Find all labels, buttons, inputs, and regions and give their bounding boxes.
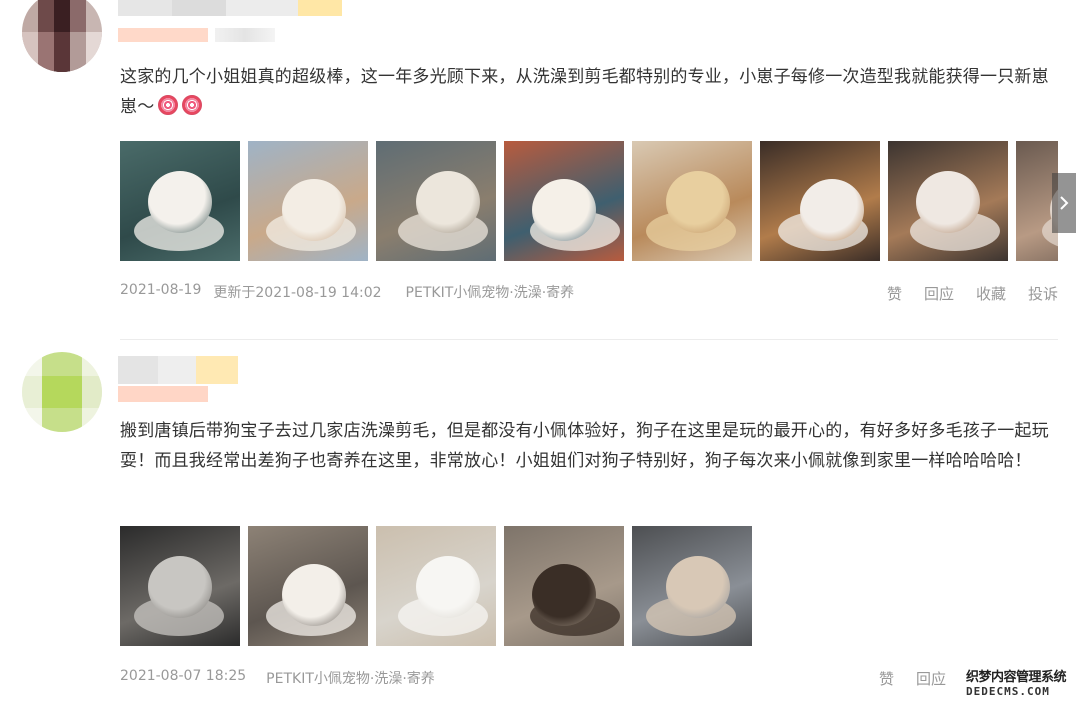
favorite-button[interactable]: 收藏: [976, 283, 1006, 304]
reply-button[interactable]: 回应: [924, 283, 954, 304]
watermark-line-1: 织梦内容管理系统: [966, 670, 1067, 685]
username-blurred[interactable]: [118, 0, 298, 16]
review-date: 2021-08-19: [120, 282, 202, 298]
photo-thumbnail[interactable]: [120, 526, 240, 646]
photo-thumbnail[interactable]: [376, 141, 496, 261]
site-watermark: 织梦内容管理系统 DEDECMS.COM: [966, 666, 1067, 698]
photo-thumbnail[interactable]: [504, 141, 624, 261]
user-level-badge-blurred: [196, 356, 238, 384]
lollipop-icon: [182, 95, 203, 115]
review-actions: 赞 回应: [879, 668, 946, 689]
like-button[interactable]: 赞: [887, 283, 902, 304]
lollipop-icon: [158, 95, 179, 115]
review-meta: 2021-08-07 18:25 PETKIT小佩宠物·洗澡·寄养: [120, 668, 435, 688]
photo-thumbnail[interactable]: [248, 141, 368, 261]
photo-thumbnail[interactable]: [504, 526, 624, 646]
review-actions: 赞 回应 收藏 投诉: [887, 283, 1058, 304]
photo-thumbnail[interactable]: [248, 526, 368, 646]
avatar[interactable]: [22, 0, 102, 72]
photo-thumbnail[interactable]: [376, 526, 496, 646]
photo-thumbnail[interactable]: [760, 141, 880, 261]
photo-thumbnail[interactable]: [120, 141, 240, 261]
review-card: 搬到唐镇后带狗宝子去过几家店洗澡剪毛，但是都没有小佩体验好，狗子在这里是玩的最开…: [0, 340, 1076, 704]
like-button[interactable]: 赞: [879, 668, 894, 689]
review-card: 这家的几个小姐姐真的超级棒，这一年多光顾下来，从洗澡到剪毛都特别的专业，小崽子每…: [0, 0, 1076, 340]
reply-button[interactable]: 回应: [916, 668, 946, 689]
review-text: 这家的几个小姐姐真的超级棒，这一年多光顾下来，从洗澡到剪毛都特别的专业，小崽子每…: [120, 67, 1049, 117]
photo-strip: [120, 141, 1058, 261]
avatar[interactable]: [22, 352, 102, 432]
photo-strip: [120, 526, 752, 646]
shop-link[interactable]: PETKIT小佩宠物·洗澡·寄养: [266, 668, 435, 688]
review-text: 搬到唐镇后带狗宝子去过几家店洗澡剪毛，但是都没有小佩体验好，狗子在这里是玩的最开…: [120, 421, 1049, 471]
shop-link[interactable]: PETKIT小佩宠物·洗澡·寄养: [406, 282, 575, 302]
chevron-right-icon[interactable]: [1052, 173, 1076, 233]
review-meta: 2021-08-19 更新于2021-08-19 14:02 PETKIT小佩宠…: [120, 282, 574, 302]
photo-thumbnail[interactable]: [888, 141, 1008, 261]
review-tag-blurred: [215, 28, 275, 42]
rating-blurred: [118, 386, 208, 402]
photo-thumbnail[interactable]: [632, 526, 752, 646]
photo-thumbnail[interactable]: [632, 141, 752, 261]
report-button[interactable]: 投诉: [1028, 283, 1058, 304]
username-blurred[interactable]: [118, 356, 198, 384]
rating-blurred: [118, 28, 208, 42]
user-level-badge-blurred: [298, 0, 342, 16]
watermark-line-2: DEDECMS.COM: [966, 685, 1050, 698]
review-date: 2021-08-07 18:25: [120, 668, 247, 684]
review-updated: 更新于2021-08-19 14:02: [213, 285, 382, 301]
